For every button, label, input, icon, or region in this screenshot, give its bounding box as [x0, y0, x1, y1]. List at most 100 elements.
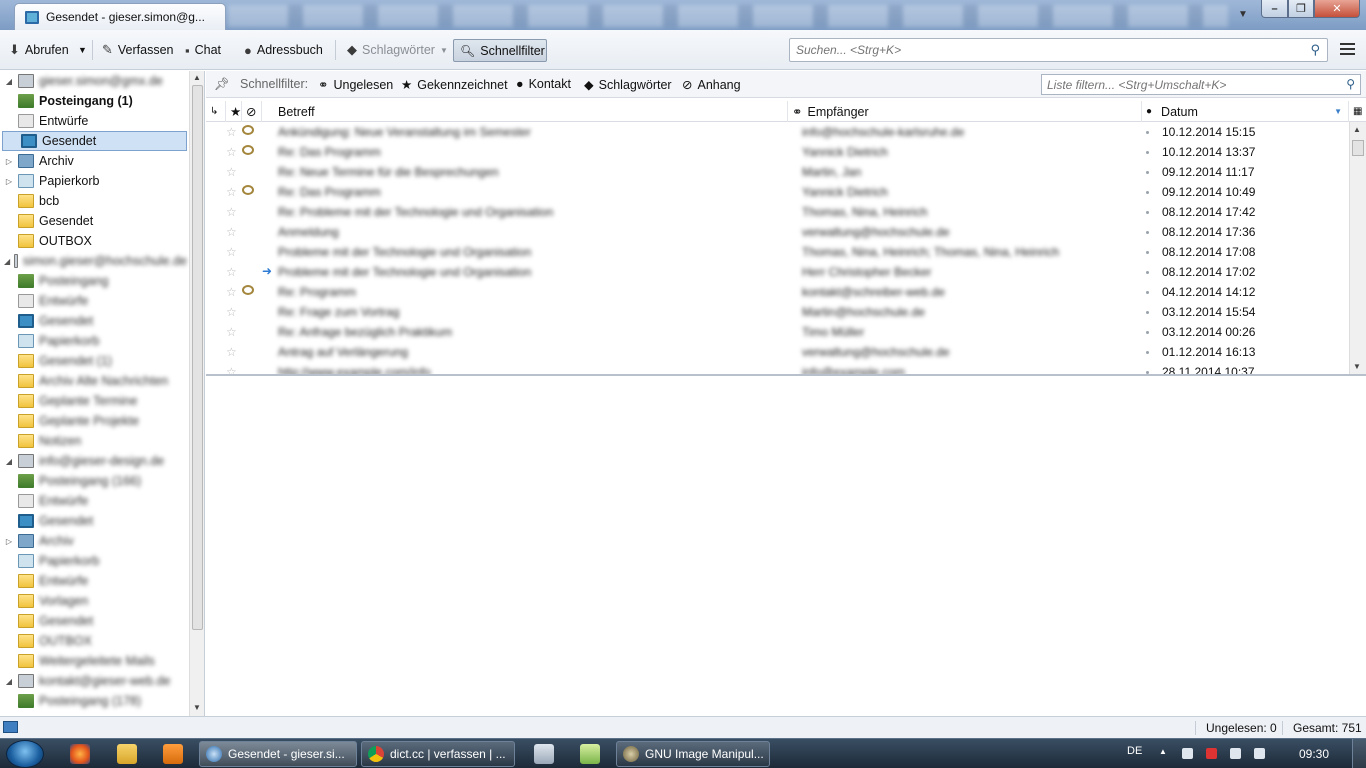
account-row[interactable]: ◢ kontakt@gieser-web.de — [0, 671, 187, 691]
message-row[interactable]: ☆ Re: Programm kontakt@schreiber-web.de 04.… — [206, 282, 1349, 302]
chat-button[interactable]: ▪ Chat — [185, 39, 221, 61]
flag-icon[interactable] — [1182, 748, 1193, 759]
folder-item[interactable]: Posteingang (178) — [0, 691, 187, 711]
collapsed-triangle-icon[interactable]: ▷ — [4, 157, 14, 166]
message-row[interactable]: ☆ Anmeldung verwaltung@hochschule.de 08.12.… — [206, 222, 1349, 242]
app-menu-icon[interactable] — [1340, 43, 1355, 55]
folder-item[interactable]: OUTBOX — [0, 631, 187, 651]
message-row[interactable]: ☆ Re: Das Programm Yannick Dietrich 09.12.2… — [206, 182, 1349, 202]
folder-entwuerfe[interactable]: Entwürfe — [0, 111, 187, 131]
account-row[interactable]: ◢ simon.gieser@hochschule.de — [0, 251, 187, 271]
star-icon[interactable]: ☆ — [226, 345, 237, 359]
folder-item[interactable]: ▷ Archiv — [0, 531, 187, 551]
get-mail-button[interactable]: ⬇ Abrufen — [9, 39, 69, 61]
expanded-triangle-icon[interactable]: ◢ — [4, 257, 10, 266]
app-icon[interactable] — [580, 744, 600, 764]
message-row[interactable]: ☆ Re: Probleme mit der Technologie und Or… — [206, 202, 1349, 222]
thread-column[interactable]: ↳ — [206, 101, 226, 122]
folder-posteingang[interactable]: Posteingang (1) — [0, 91, 187, 111]
clock[interactable]: 09:30 — [1299, 747, 1329, 761]
folder-item[interactable]: Papierkorb — [0, 551, 187, 571]
star-icon[interactable]: ☆ — [226, 145, 237, 159]
search-icon[interactable]: ⚲ — [1310, 42, 1320, 58]
filter-attachment-button[interactable]: ⊘ Anhang — [682, 77, 741, 93]
message-row[interactable]: ☆ Probleme mit der Technologie und Organi… — [206, 242, 1349, 262]
star-icon[interactable]: ☆ — [226, 225, 237, 239]
address-book-button[interactable]: ● Adressbuch — [244, 39, 323, 61]
calculator-icon[interactable] — [534, 744, 554, 764]
folder-scroll-thumb[interactable] — [192, 85, 203, 630]
star-icon[interactable]: ☆ — [226, 205, 237, 219]
folder-item[interactable]: Gesendet — [0, 311, 187, 331]
thread-scrollbar[interactable]: ▲ ▼ — [1349, 122, 1366, 374]
scroll-down-icon[interactable]: ▼ — [193, 703, 201, 712]
folder-item[interactable]: Posteingang (166) — [0, 471, 187, 491]
star-icon[interactable]: ☆ — [226, 305, 237, 319]
expanded-triangle-icon[interactable]: ◢ — [4, 677, 14, 686]
star-icon[interactable]: ☆ — [226, 285, 237, 299]
message-row[interactable]: ☆ Re: Frage zum Vortrag Martin@hochschule.… — [206, 302, 1349, 322]
filter-list-input[interactable] — [1042, 75, 1332, 94]
scroll-up-icon[interactable]: ▲ — [1353, 125, 1361, 134]
date-column[interactable]: ● Datum ▼ — [1142, 101, 1349, 122]
folder-scrollbar[interactable]: ▲ ▼ — [189, 71, 204, 716]
star-icon[interactable]: ☆ — [226, 185, 237, 199]
column-picker-button[interactable]: ▦ — [1349, 101, 1366, 122]
pin-filter-button[interactable]: 📌︎ — [214, 77, 230, 92]
collapsed-triangle-icon[interactable]: ▷ — [4, 537, 14, 546]
collapsed-triangle-icon[interactable]: ▷ — [4, 177, 14, 186]
task-chrome[interactable]: dict.cc | verfassen | ... — [361, 741, 515, 767]
show-desktop-button[interactable] — [1352, 739, 1366, 768]
search-icon[interactable]: ⚲ — [1346, 77, 1355, 91]
task-thunderbird[interactable]: Gesendet - gieser.si... — [199, 741, 357, 767]
network-signal-icon[interactable] — [1230, 748, 1241, 759]
compose-button[interactable]: ✎ Verfassen — [102, 39, 174, 61]
star-column[interactable]: ★ — [226, 101, 242, 122]
scroll-up-icon[interactable]: ▲ — [193, 73, 201, 82]
star-icon[interactable]: ☆ — [226, 365, 237, 374]
volume-icon[interactable] — [1254, 748, 1265, 759]
attachment-column[interactable]: ⊘ — [242, 101, 262, 122]
security-icon[interactable] — [1206, 748, 1217, 759]
message-row[interactable]: ☆ Re: Das Programm Yannick Dietrich 10.12.2… — [206, 142, 1349, 162]
message-row[interactable]: ☆ Ankündigung: Neue Veranstaltung im Seme… — [206, 122, 1349, 142]
folder-gesendet-local[interactable]: Gesendet — [0, 211, 187, 231]
folder-item[interactable]: Archiv Alte Nachrichten — [0, 371, 187, 391]
quick-filter-toggle-button[interactable]: 🔍︎ Schnellfilter — [453, 39, 547, 62]
subject-column[interactable]: Betreff — [274, 101, 788, 122]
message-row[interactable]: ☆ ➜ Probleme mit der Technologie und Organ… — [206, 262, 1349, 282]
folder-archiv[interactable]: ▷ Archiv — [0, 151, 187, 171]
tab-gesendet[interactable]: Gesendet - gieser.simon@g... — [14, 3, 226, 30]
folder-item[interactable]: Gesendet (1) — [0, 351, 187, 371]
global-search-box[interactable]: ⚲ — [789, 38, 1328, 62]
folder-item[interactable]: Posteingang — [0, 271, 187, 291]
minimize-button[interactable]: – — [1261, 0, 1288, 18]
filter-tags-button[interactable]: ◆ Schlagwörter — [584, 77, 672, 93]
tags-button[interactable]: ◆ Schlagwörter ▼ — [347, 39, 448, 61]
star-icon[interactable]: ☆ — [226, 165, 237, 179]
global-search-input[interactable] — [790, 39, 1290, 61]
account-row[interactable]: ◢ info@gieser-design.de — [0, 451, 187, 471]
folder-item[interactable]: Weitergeleitete Mails — [0, 651, 187, 671]
account-row[interactable]: ◢ gieser.simon@gmx.de — [0, 71, 187, 91]
folder-item[interactable]: Vorlagen — [0, 591, 187, 611]
tab-list-chevron-icon[interactable]: ▼ — [1238, 9, 1248, 20]
tray-expand-icon[interactable]: ▲ — [1159, 747, 1170, 758]
firefox-icon[interactable] — [70, 744, 90, 764]
filter-contact-button[interactable]: ● Kontakt — [516, 77, 571, 91]
explorer-icon[interactable] — [117, 744, 137, 764]
online-status-icon[interactable] — [3, 721, 18, 733]
folder-item[interactable]: Notizen — [0, 431, 187, 451]
folder-papierkorb[interactable]: ▷ Papierkorb — [0, 171, 187, 191]
keyboard-language[interactable]: DE — [1127, 745, 1142, 757]
thread-scroll-thumb[interactable] — [1352, 140, 1364, 156]
scroll-down-icon[interactable]: ▼ — [1353, 362, 1361, 371]
folder-item[interactable]: Papierkorb — [0, 331, 187, 351]
folder-item[interactable]: Entwürfe — [0, 571, 187, 591]
close-button[interactable]: ✕ — [1314, 0, 1360, 18]
folder-item[interactable]: Gesendet — [0, 611, 187, 631]
star-icon[interactable]: ☆ — [226, 325, 237, 339]
message-row[interactable]: ☆ Antrag auf Verlängerung verwaltung@hochs… — [206, 342, 1349, 362]
vlc-icon[interactable] — [163, 744, 183, 764]
folder-item[interactable]: Geplante Projekte — [0, 411, 187, 431]
